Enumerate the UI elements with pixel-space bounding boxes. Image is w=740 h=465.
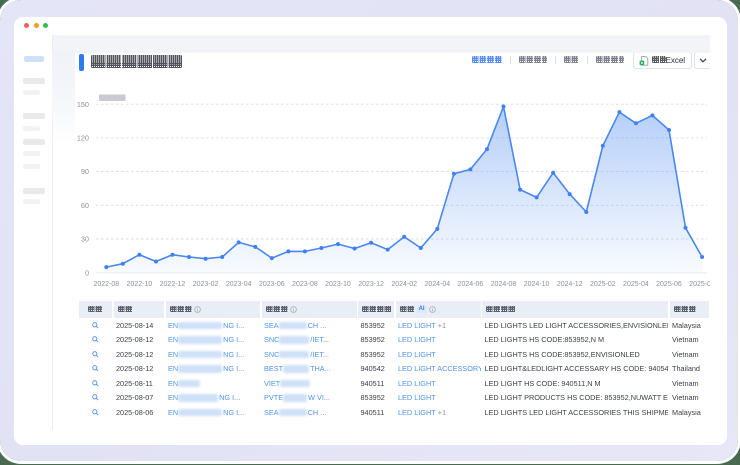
svg-text:2025-08: 2025-08 xyxy=(689,281,710,288)
svg-text:2024-10: 2024-10 xyxy=(524,281,550,288)
svg-text:90: 90 xyxy=(81,167,89,176)
svg-text:2024-02: 2024-02 xyxy=(391,281,417,288)
svg-text:2023-08: 2023-08 xyxy=(292,281,318,288)
svg-text:2023-06: 2023-06 xyxy=(259,281,285,288)
svg-text:0: 0 xyxy=(85,268,89,277)
svg-text:120: 120 xyxy=(77,133,89,142)
svg-text:2024-06: 2024-06 xyxy=(458,281,484,288)
svg-text:2022-08: 2022-08 xyxy=(93,281,119,288)
svg-text:2025-02: 2025-02 xyxy=(590,281,616,288)
svg-text:2025-04: 2025-04 xyxy=(623,281,649,288)
svg-text:2023-10: 2023-10 xyxy=(325,281,351,288)
svg-text:150: 150 xyxy=(77,99,89,108)
svg-text:30: 30 xyxy=(81,234,89,243)
svg-text:2024-08: 2024-08 xyxy=(491,281,517,288)
svg-text:2024-04: 2024-04 xyxy=(424,281,450,288)
svg-text:2023-12: 2023-12 xyxy=(358,281,384,288)
svg-text:2022-12: 2022-12 xyxy=(160,281,186,288)
svg-text:2023-02: 2023-02 xyxy=(193,281,219,288)
svg-text:2024-12: 2024-12 xyxy=(557,281,583,288)
svg-text:2023-04: 2023-04 xyxy=(226,281,252,288)
svg-text:60: 60 xyxy=(81,200,89,209)
svg-text:2022-10: 2022-10 xyxy=(127,281,153,288)
svg-text:2025-06: 2025-06 xyxy=(656,281,682,288)
